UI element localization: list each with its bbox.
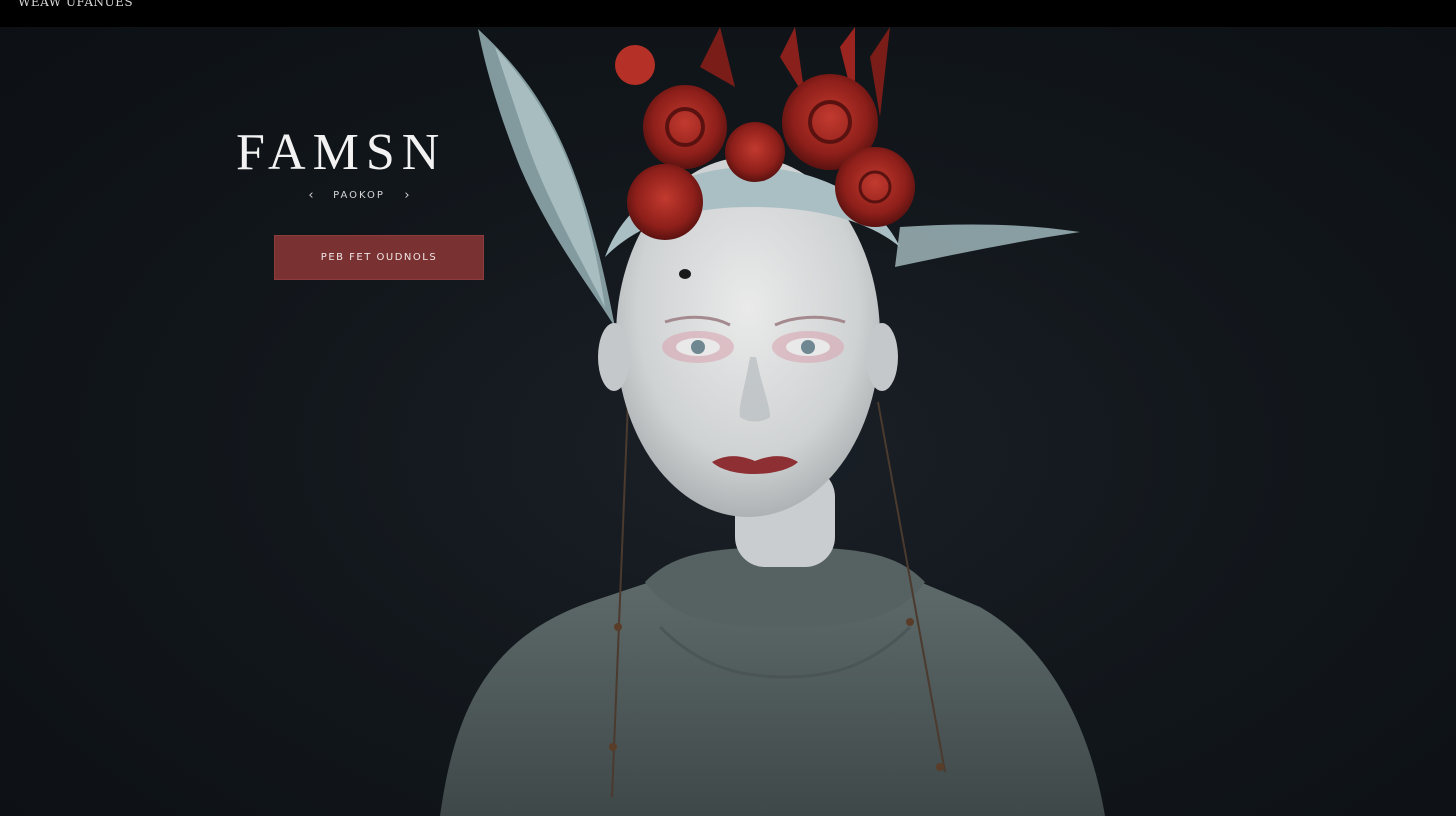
brand-title: FAMSN	[236, 124, 447, 181]
page: WEAW UFANUES FAMSN ‹ PAOKOP › PEB FET OU…	[0, 0, 1456, 816]
chevron-right-icon[interactable]: ›	[400, 188, 414, 203]
carousel-nav: ‹ PAOKOP ›	[304, 185, 414, 205]
hero-section: FAMSN ‹ PAOKOP › PEB FET OUDNOLS	[0, 27, 1456, 816]
chevron-left-icon[interactable]: ‹	[304, 188, 318, 203]
top-bar-text: WEAW UFANUES	[18, 0, 134, 9]
top-bar: WEAW UFANUES	[0, 0, 1456, 27]
cta-button[interactable]: PEB FET OUDNOLS	[274, 235, 484, 280]
hero-portrait-image	[440, 27, 1105, 816]
cta-button-label: PEB FET OUDNOLS	[320, 252, 438, 263]
carousel-nav-label: PAOKOP	[333, 189, 385, 201]
